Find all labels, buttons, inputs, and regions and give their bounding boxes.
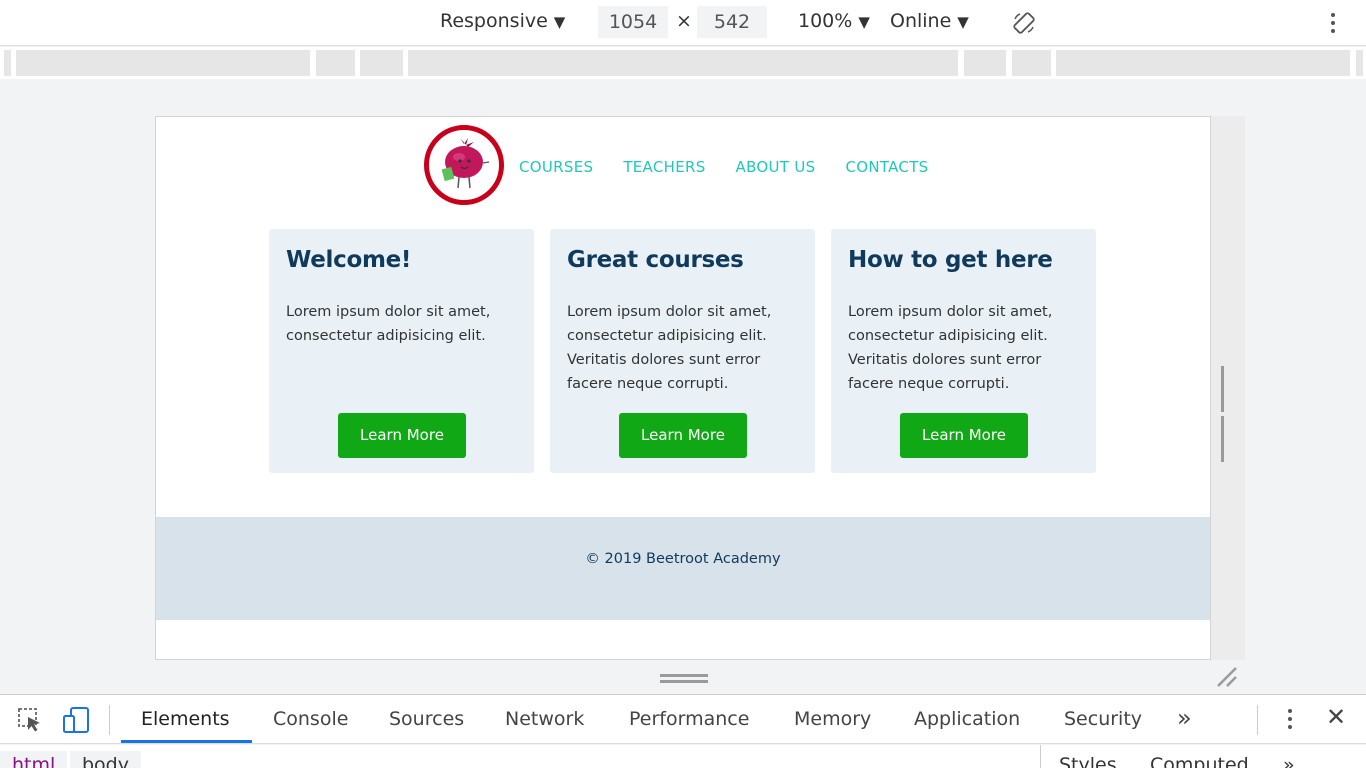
- active-tab-indicator: [121, 740, 252, 743]
- tab-styles[interactable]: Styles: [1059, 751, 1117, 768]
- beetroot-mascot-icon: [441, 138, 490, 189]
- media-query-segment[interactable]: [16, 50, 310, 76]
- tab-performance[interactable]: Performance: [629, 708, 749, 730]
- media-query-segment[interactable]: [1356, 50, 1363, 76]
- nav-link-teachers[interactable]: TEACHERS: [623, 158, 705, 176]
- card-text: Lorem ipsum dolor sit amet, consectetur …: [567, 304, 772, 392]
- media-query-segment[interactable]: [408, 50, 958, 76]
- card-title: Welcome!: [286, 247, 412, 273]
- zoom-select-label: 100%: [798, 10, 853, 32]
- card-text: Lorem ipsum dolor sit amet, consectetur …: [848, 304, 1053, 392]
- nav-link-courses[interactable]: COURSES: [519, 158, 593, 176]
- beetroot-logo[interactable]: [424, 125, 504, 205]
- device-select[interactable]: Responsive ▼: [440, 10, 565, 32]
- device-toggle-icon[interactable]: [62, 706, 90, 734]
- more-tabs-icon[interactable]: »: [1177, 704, 1192, 732]
- styles-sidebar-tabs: Styles Computed »: [1040, 745, 1366, 768]
- height-input[interactable]: 542: [697, 6, 767, 38]
- breadcrumb-body[interactable]: body: [70, 751, 141, 768]
- toolbar-divider: [1257, 705, 1258, 735]
- corner-resize-handle[interactable]: [1214, 664, 1240, 690]
- site-header: COURSES TEACHERS ABOUT US CONTACTS: [156, 117, 1210, 217]
- rotate-icon[interactable]: [1012, 11, 1036, 35]
- media-query-segment[interactable]: [1012, 50, 1051, 76]
- tab-elements[interactable]: Elements: [141, 708, 230, 730]
- cards-section: Welcome! Lorem ipsum dolor sit amet, con…: [269, 229, 1096, 473]
- tab-network[interactable]: Network: [505, 708, 584, 730]
- devtools-tabbar: Elements Console Sources Network Perform…: [0, 694, 1366, 744]
- caret-down-icon: ▼: [858, 13, 870, 31]
- media-query-segment[interactable]: [360, 50, 403, 76]
- card-title: Great courses: [567, 247, 744, 273]
- tab-memory[interactable]: Memory: [794, 708, 871, 730]
- inspect-element-icon[interactable]: [16, 706, 44, 734]
- right-resize-handle[interactable]: [1221, 366, 1233, 462]
- more-sidebar-tabs-icon[interactable]: »: [1283, 751, 1295, 768]
- bottom-resize-handle[interactable]: [660, 674, 708, 684]
- device-select-label: Responsive: [440, 10, 548, 32]
- toolbar-divider: [109, 705, 110, 735]
- caret-down-icon: ▼: [957, 13, 969, 31]
- site-footer: © 2019 Beetroot Academy: [156, 517, 1210, 620]
- close-devtools-icon[interactable]: ✕: [1326, 703, 1346, 731]
- main-nav: COURSES TEACHERS ABOUT US CONTACTS: [519, 158, 929, 176]
- card-title: How to get here: [848, 247, 1053, 273]
- dimension-separator: ×: [676, 10, 692, 32]
- media-query-bar: [0, 47, 1366, 79]
- zoom-select[interactable]: 100% ▼: [798, 10, 870, 32]
- card-how-to-get-here: How to get here Lorem ipsum dolor sit am…: [831, 229, 1096, 473]
- card-text: Lorem ipsum dolor sit amet, consectetur …: [286, 304, 491, 344]
- card-great-courses: Great courses Lorem ipsum dolor sit amet…: [550, 229, 815, 473]
- emulated-viewport-area: COURSES TEACHERS ABOUT US CONTACTS Welco…: [0, 80, 1366, 694]
- breadcrumb-html[interactable]: html: [0, 751, 68, 768]
- device-toolbar: Responsive ▼ 1054 × 542 100% ▼ Online ▼: [0, 0, 1366, 46]
- width-input[interactable]: 1054: [598, 6, 668, 38]
- media-query-segment[interactable]: [1056, 50, 1350, 76]
- devtools-menu-icon[interactable]: [1286, 709, 1294, 733]
- learn-more-button[interactable]: Learn More: [900, 413, 1028, 458]
- emulated-page: COURSES TEACHERS ABOUT US CONTACTS Welco…: [155, 116, 1211, 660]
- footer-copyright: © 2019 Beetroot Academy: [585, 551, 781, 567]
- devtools-elements-panel: html body Styles Computed »: [0, 745, 1366, 768]
- tab-console[interactable]: Console: [273, 708, 348, 730]
- nav-link-about-us[interactable]: ABOUT US: [736, 158, 816, 176]
- nav-link-contacts[interactable]: CONTACTS: [845, 158, 928, 176]
- media-query-segment[interactable]: [4, 50, 11, 76]
- tab-sources[interactable]: Sources: [389, 708, 464, 730]
- media-query-segment[interactable]: [316, 50, 355, 76]
- caret-down-icon: ▼: [553, 13, 566, 31]
- more-options-icon[interactable]: [1328, 13, 1338, 37]
- card-welcome: Welcome! Lorem ipsum dolor sit amet, con…: [269, 229, 534, 473]
- network-select-label: Online: [890, 10, 952, 32]
- network-throttle-select[interactable]: Online ▼: [890, 10, 969, 32]
- media-query-segment[interactable]: [964, 50, 1006, 76]
- tab-computed[interactable]: Computed: [1150, 751, 1249, 768]
- learn-more-button[interactable]: Learn More: [338, 413, 466, 458]
- tab-application[interactable]: Application: [914, 708, 1020, 730]
- tab-security[interactable]: Security: [1064, 708, 1142, 730]
- learn-more-button[interactable]: Learn More: [619, 413, 747, 458]
